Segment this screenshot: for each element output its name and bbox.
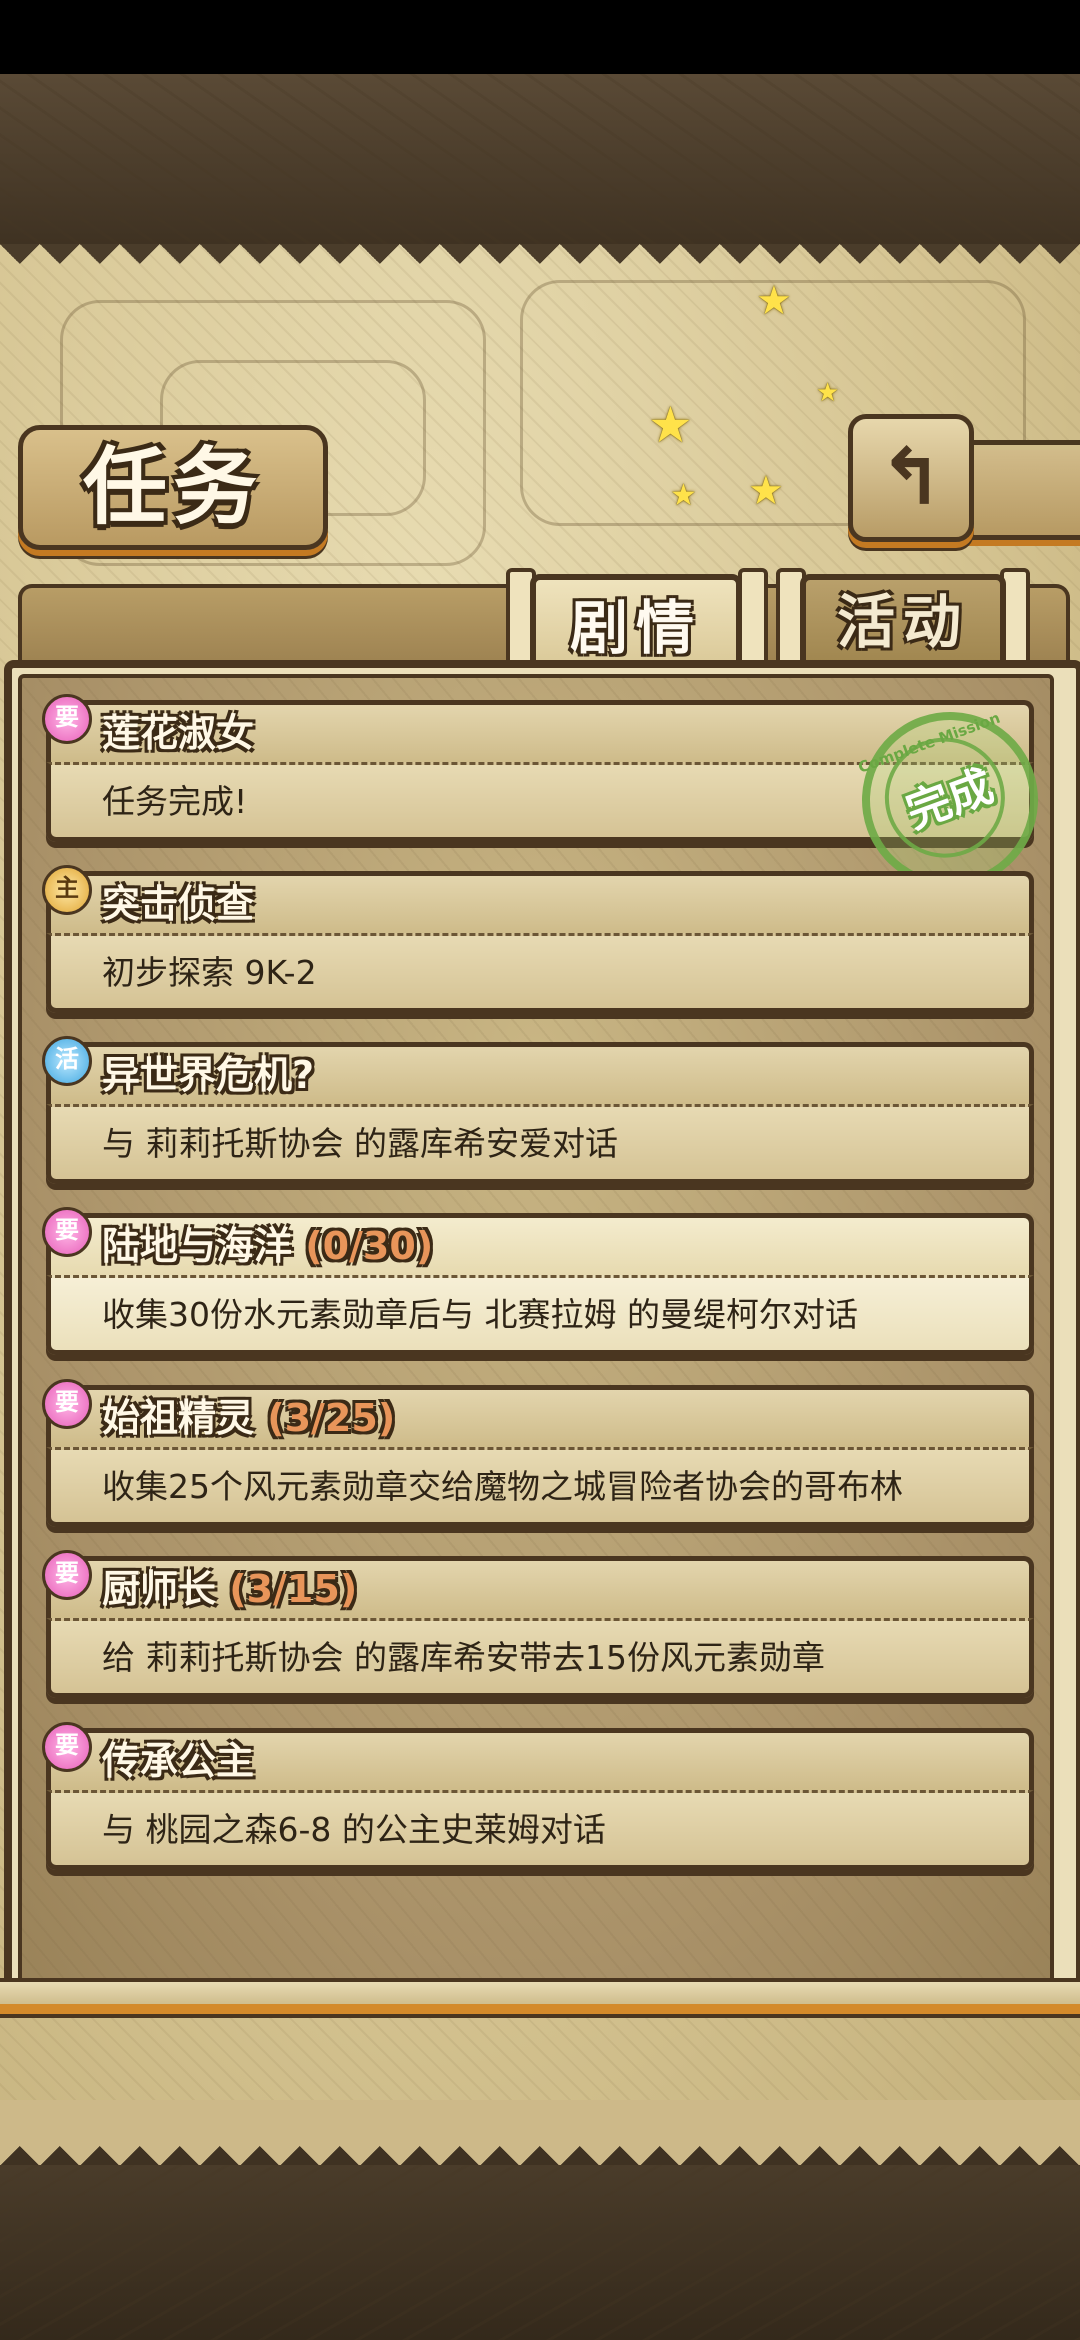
- page-title-plate: 任务: [18, 425, 328, 550]
- star-icon: ★: [670, 478, 697, 513]
- tab-events[interactable]: 活动: [800, 574, 1006, 670]
- quest-name: 突击侦查: [102, 882, 255, 926]
- required-tag-icon: 要: [42, 1722, 92, 1772]
- quest-desc: 收集25个风元素勋章交给魔物之城冒险者协会的哥布林: [102, 1467, 903, 1506]
- quest-name: 厨师长 (3/15): [102, 1567, 358, 1611]
- quest-item[interactable]: 活 异世界危机? 与 莉莉托斯协会 的露库希安爱对话: [42, 1036, 1036, 1184]
- quest-desc: 初步探索 9K-2: [102, 953, 317, 992]
- frame-edge: [0, 2004, 1080, 2018]
- quest-desc: 与 桃园之森6-8 的公主史莱姆对话: [102, 1810, 606, 1849]
- star-icon: ★: [648, 396, 693, 454]
- status-bar: [0, 0, 1080, 74]
- torn-edge-top: [0, 244, 1080, 284]
- quest-item-selected[interactable]: 要 陆地与海洋 (0/30) 收集30份水元素勋章后与 北赛拉姆 的曼缇柯尔对话: [42, 1207, 1036, 1355]
- quest-name: 陆地与海洋 (0/30): [102, 1224, 434, 1268]
- event-tag-icon: 活: [42, 1036, 92, 1086]
- quest-name: 莲花淑女: [102, 711, 255, 755]
- quest-desc: 与 莉莉托斯协会 的露库希安爱对话: [102, 1124, 618, 1163]
- quest-desc: 任务完成!: [102, 782, 248, 821]
- star-icon: ★: [748, 468, 784, 514]
- quest-item[interactable]: 主 突击侦查 初步探索 9K-2: [42, 865, 1036, 1013]
- star-icon: ★: [816, 378, 840, 408]
- quest-desc: 收集30份水元素勋章后与 北赛拉姆 的曼缇柯尔对话: [102, 1295, 858, 1334]
- required-tag-icon: 要: [42, 1379, 92, 1429]
- quest-name: 异世界危机?: [102, 1053, 315, 1097]
- required-tag-icon: 要: [42, 1207, 92, 1257]
- back-rail: [968, 440, 1080, 540]
- quest-item[interactable]: 要 传承公主 与 桃园之森6-8 的公主史莱姆对话: [42, 1722, 1036, 1870]
- main-tag-icon: 主: [42, 865, 92, 915]
- quest-name: 传承公主: [102, 1739, 255, 1783]
- page-title: 任务: [82, 438, 263, 536]
- star-icon: ★: [756, 278, 792, 324]
- quest-item[interactable]: 要 始祖精灵 (3/25) 收集25个风元素勋章交给魔物之城冒险者协会的哥布林: [42, 1379, 1036, 1527]
- torn-edge-bottom: [0, 2100, 1080, 2166]
- map-background-bottom: [0, 2165, 1080, 2340]
- quest-item[interactable]: 要 厨师长 (3/15) 给 莉莉托斯协会 的露库希安带去15份风元素勋章: [42, 1550, 1036, 1698]
- back-button[interactable]: ↰: [848, 414, 974, 542]
- quest-name: 始祖精灵 (3/25): [102, 1396, 396, 1440]
- quest-desc: 给 莉莉托斯协会 的露库希安带去15份风元素勋章: [102, 1638, 825, 1677]
- map-background-top: [0, 74, 1080, 244]
- required-tag-icon: 要: [42, 694, 92, 744]
- return-arrow-icon: ↰: [878, 433, 944, 523]
- required-tag-icon: 要: [42, 1550, 92, 1600]
- tab-events-label: 活动: [836, 588, 969, 656]
